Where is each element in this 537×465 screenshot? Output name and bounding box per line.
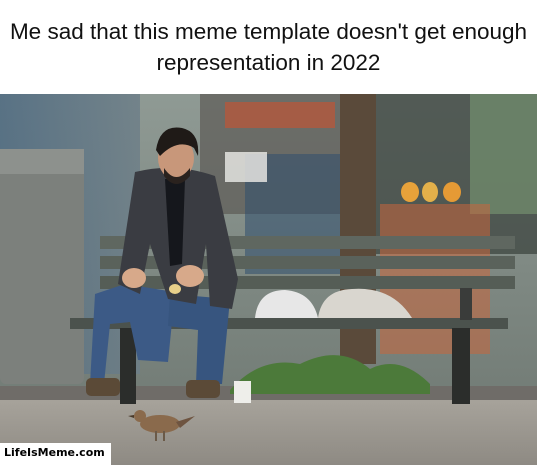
watermark: LifeIsMeme.com xyxy=(0,443,111,465)
meme-photo xyxy=(0,94,537,465)
meme-caption: Me sad that this meme template doesn't g… xyxy=(9,19,528,75)
